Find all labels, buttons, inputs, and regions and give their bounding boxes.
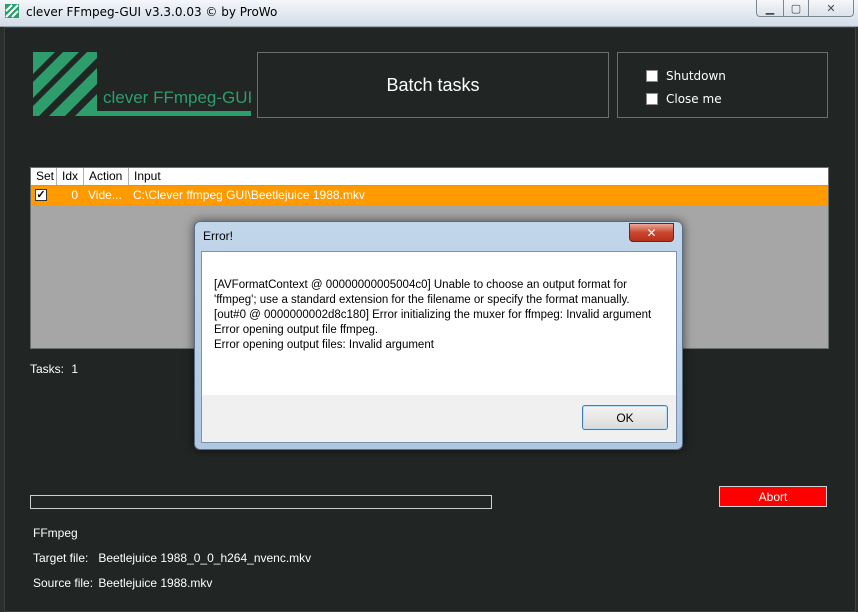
close-me-label: Close me xyxy=(666,92,722,106)
progress-bar xyxy=(30,495,492,509)
shutdown-checkbox[interactable] xyxy=(646,70,658,82)
column-header-set[interactable]: Set xyxy=(31,168,57,185)
logo-icon xyxy=(33,52,97,116)
row-set-cell[interactable]: ✓ xyxy=(31,186,57,205)
column-header-action[interactable]: Action xyxy=(84,168,129,185)
minimize-icon: ▁ xyxy=(765,1,775,15)
window-controls: ▁ ▢ ✕ xyxy=(756,0,854,18)
target-file-value: Beetlejuice 1988_0_0_h264_nvenc.mkv xyxy=(98,551,312,565)
column-header-idx[interactable]: Idx xyxy=(57,168,84,185)
dialog-message-area: [AVFormatContext @ 00000000005004c0] Una… xyxy=(202,252,676,395)
tasks-label: Tasks: xyxy=(30,362,65,376)
shutdown-label: Shutdown xyxy=(666,69,726,83)
close-icon: ✕ xyxy=(646,225,657,240)
shutdown-option[interactable]: Shutdown xyxy=(646,69,726,83)
tasks-value: 1 xyxy=(71,362,79,376)
logo-text: clever FFmpeg-GUI xyxy=(103,88,253,107)
dialog-body: [AVFormatContext @ 00000000005004c0] Una… xyxy=(201,251,677,443)
abort-button[interactable]: Abort xyxy=(719,486,827,507)
target-file-label: Target file: xyxy=(33,551,89,565)
minimize-button[interactable]: ▁ xyxy=(756,0,784,17)
close-me-checkbox[interactable] xyxy=(646,93,658,105)
column-header-input[interactable]: Input xyxy=(129,168,828,185)
batch-tasks-label: Batch tasks xyxy=(386,74,480,95)
error-dialog: Error! ✕ [AVFormatContext @ 000000000050… xyxy=(194,221,683,450)
app-icon xyxy=(5,4,19,18)
ok-label: OK xyxy=(616,410,634,425)
table-header: Set Idx Action Input xyxy=(31,168,828,186)
source-file-row: Source file: Beetlejuice 1988.mkv xyxy=(33,576,212,590)
title-bar: clever FFmpeg-GUI v3.3.0.03 © by ProWo ▁… xyxy=(0,0,858,27)
window-title: clever FFmpeg-GUI v3.3.0.03 © by ProWo xyxy=(26,5,278,19)
dialog-close-button[interactable]: ✕ xyxy=(629,223,674,242)
source-file-label: Source file: xyxy=(33,576,94,590)
row-input: C:\Clever ffmpeg GUI\Beetlejuice 1988.mk… xyxy=(133,188,365,202)
row-idx: 0 xyxy=(71,188,78,202)
app-logo: clever FFmpeg-GUI xyxy=(33,52,253,118)
abort-label: Abort xyxy=(758,489,788,504)
tasks-count: Tasks: 1 xyxy=(30,362,78,376)
row-set-checkbox[interactable]: ✓ xyxy=(35,189,47,201)
close-button[interactable]: ✕ xyxy=(809,0,854,17)
source-file-value: Beetlejuice 1988.mkv xyxy=(98,576,213,590)
row-action: Vide... xyxy=(88,188,122,202)
dialog-title: Error! xyxy=(203,229,233,243)
batch-tasks-button[interactable]: Batch tasks xyxy=(257,52,609,118)
target-file-row: Target file: Beetlejuice 1988_0_0_h264_n… xyxy=(33,551,311,565)
tool-name: FFmpeg xyxy=(33,526,78,540)
ok-button[interactable]: OK xyxy=(582,405,668,430)
close-icon: ✕ xyxy=(826,1,836,15)
maximize-icon: ▢ xyxy=(790,1,802,15)
dialog-message: [AVFormatContext @ 00000000005004c0] Una… xyxy=(214,279,652,351)
maximize-button[interactable]: ▢ xyxy=(784,0,809,17)
close-me-option[interactable]: Close me xyxy=(646,92,722,106)
options-panel: Shutdown Close me xyxy=(617,52,828,118)
table-row[interactable]: ✓ 0 Vide... C:\Clever ffmpeg GUI\Beetlej… xyxy=(31,186,828,205)
logo-underline xyxy=(97,111,251,116)
